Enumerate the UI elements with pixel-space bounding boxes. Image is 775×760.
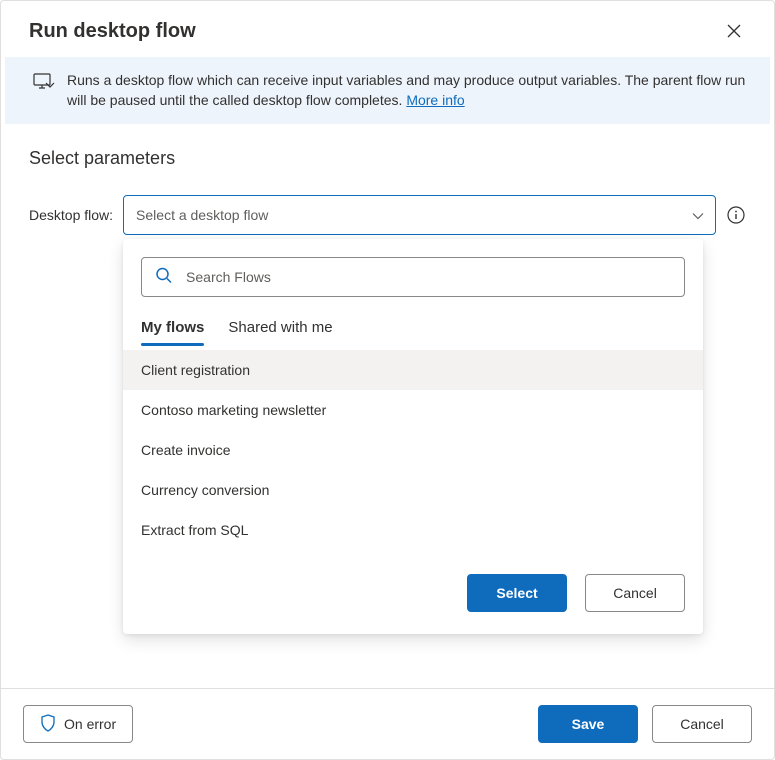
dropdown-footer: Select Cancel bbox=[123, 558, 703, 616]
desktop-flow-field-row: Desktop flow: Select a desktop flow bbox=[29, 195, 746, 235]
flow-item[interactable]: Client registration bbox=[123, 350, 703, 390]
desktop-flow-label: Desktop flow: bbox=[29, 207, 113, 223]
on-error-button[interactable]: On error bbox=[23, 705, 133, 743]
desktop-flow-icon bbox=[33, 73, 55, 94]
select-placeholder: Select a desktop flow bbox=[136, 207, 268, 223]
field-info-button[interactable] bbox=[726, 205, 746, 225]
dialog-header: Run desktop flow bbox=[1, 1, 774, 57]
tab-shared-with-me[interactable]: Shared with me bbox=[228, 311, 332, 344]
desktop-flow-select-wrapper: Select a desktop flow My flows Sha bbox=[123, 195, 716, 235]
tab-my-flows[interactable]: My flows bbox=[141, 311, 204, 344]
info-icon bbox=[727, 206, 745, 224]
flow-item[interactable]: Contoso marketing newsletter bbox=[123, 390, 703, 430]
desktop-flow-select[interactable]: Select a desktop flow bbox=[123, 195, 716, 235]
dropdown-tabs: My flows Shared with me bbox=[123, 311, 703, 344]
flow-dropdown-panel: My flows Shared with me Client registrat… bbox=[123, 239, 703, 634]
save-button[interactable]: Save bbox=[538, 705, 638, 743]
footer-right: Save Cancel bbox=[538, 705, 752, 743]
cancel-button[interactable]: Cancel bbox=[652, 705, 752, 743]
search-icon bbox=[155, 267, 173, 288]
dialog-title: Run desktop flow bbox=[29, 20, 196, 43]
close-icon bbox=[727, 24, 741, 38]
run-desktop-flow-dialog: Run desktop flow Runs a desktop flow whi… bbox=[0, 0, 775, 760]
section-title: Select parameters bbox=[29, 148, 746, 169]
more-info-link[interactable]: More info bbox=[406, 92, 464, 108]
search-box bbox=[141, 257, 685, 297]
dialog-footer: On error Save Cancel bbox=[1, 688, 774, 759]
flow-item[interactable]: Currency conversion bbox=[123, 470, 703, 510]
close-button[interactable] bbox=[722, 19, 746, 43]
select-button[interactable]: Select bbox=[467, 574, 567, 612]
info-banner: Runs a desktop flow which can receive in… bbox=[5, 57, 770, 124]
flow-item[interactable]: Extract from SQL bbox=[123, 510, 703, 550]
on-error-label: On error bbox=[64, 716, 116, 732]
info-banner-text: Runs a desktop flow which can receive in… bbox=[67, 71, 750, 110]
flow-item[interactable]: Create invoice bbox=[123, 430, 703, 470]
shield-icon bbox=[40, 714, 56, 735]
dialog-content: Select parameters Desktop flow: Select a… bbox=[1, 124, 774, 688]
dropdown-cancel-button[interactable]: Cancel bbox=[585, 574, 685, 612]
search-flows-input[interactable] bbox=[141, 257, 685, 297]
chevron-down-icon bbox=[692, 207, 704, 223]
flow-list: Client registration Contoso marketing ne… bbox=[123, 350, 703, 550]
